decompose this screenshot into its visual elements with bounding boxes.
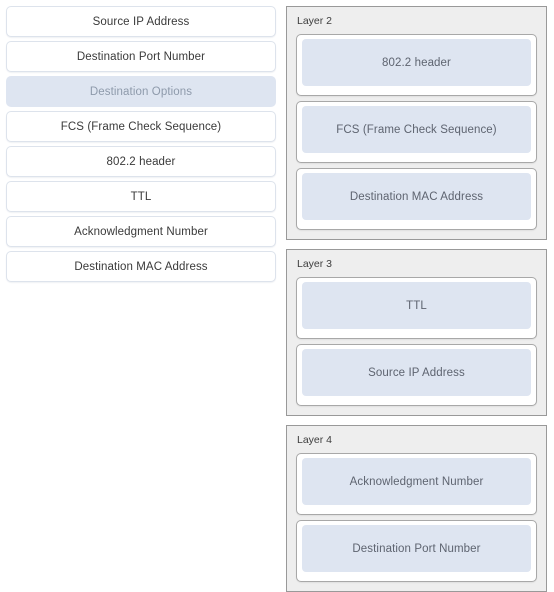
layer-drop-zone[interactable]: Layer 2 802.2 header FCS (Frame Check Sequ… xyxy=(286,6,547,240)
dropped-item[interactable]: Source IP Address xyxy=(302,349,531,396)
dropped-item-label: Destination MAC Address xyxy=(349,190,484,203)
drop-slot[interactable]: Destination MAC Address xyxy=(296,168,537,230)
dropped-item-label: FCS (Frame Check Sequence) xyxy=(336,123,497,136)
drop-slot-list: Acknowledgment Number Destination Port Nu… xyxy=(296,453,537,582)
drop-slot-list: TTL Source IP Address xyxy=(296,277,537,406)
dropped-item-label: Destination Port Number xyxy=(352,542,481,555)
draggable-item-label: Source IP Address xyxy=(92,15,190,28)
layer-drop-zone[interactable]: Layer 3 TTL Source IP Address xyxy=(286,249,547,416)
dropped-item-label: 802.2 header xyxy=(382,56,451,69)
drop-slot[interactable]: TTL xyxy=(296,277,537,339)
drop-slot[interactable]: Acknowledgment Number xyxy=(296,453,537,515)
draggable-item-label: Acknowledgment Number xyxy=(74,225,208,238)
drag-drop-exercise: Source IP Address Destination Port Number… xyxy=(0,0,554,592)
dropped-item-label: Acknowledgment Number xyxy=(349,475,484,488)
draggable-item-label: TTL xyxy=(130,190,152,203)
layer-drop-zone[interactable]: Layer 4 Acknowledgment Number Destination … xyxy=(286,425,547,592)
draggable-item-label: FCS (Frame Check Sequence) xyxy=(60,120,222,133)
drop-slot-list: 802.2 header FCS (Frame Check Sequence) De… xyxy=(296,34,537,230)
draggable-item[interactable]: Destination Options xyxy=(6,76,276,107)
draggable-item[interactable]: Destination Port Number xyxy=(6,41,276,72)
draggable-item[interactable]: Source IP Address xyxy=(6,6,276,37)
dropped-item-label: Source IP Address xyxy=(368,366,465,379)
drop-slot[interactable]: FCS (Frame Check Sequence) xyxy=(296,101,537,163)
draggable-item-label: Destination Options xyxy=(89,85,193,98)
draggable-item[interactable]: Acknowledgment Number xyxy=(6,216,276,247)
draggable-item-label: 802.2 header xyxy=(106,155,176,168)
drop-slot[interactable]: Destination Port Number xyxy=(296,520,537,582)
layer-title: Layer 2 xyxy=(297,15,333,27)
dropped-item[interactable]: Destination MAC Address xyxy=(302,173,531,220)
draggable-item-label: Destination MAC Address xyxy=(74,260,208,273)
drop-slot[interactable]: 802.2 header xyxy=(296,34,537,96)
draggable-item-label: Destination Port Number xyxy=(76,50,206,63)
draggable-item[interactable]: TTL xyxy=(6,181,276,212)
dropped-item[interactable]: TTL xyxy=(302,282,531,329)
dropped-item[interactable]: FCS (Frame Check Sequence) xyxy=(302,106,531,153)
draggable-items-list: Source IP Address Destination Port Number… xyxy=(6,6,276,282)
dropped-item[interactable]: Destination Port Number xyxy=(302,525,531,572)
drop-slot[interactable]: Source IP Address xyxy=(296,344,537,406)
dropped-item-label: TTL xyxy=(406,299,427,312)
draggable-item[interactable]: FCS (Frame Check Sequence) xyxy=(6,111,276,142)
layer-title: Layer 3 xyxy=(297,258,333,270)
dropped-item[interactable]: Acknowledgment Number xyxy=(302,458,531,505)
layer-title: Layer 4 xyxy=(297,434,333,446)
layer-drop-zones: Layer 2 802.2 header FCS (Frame Check Sequ… xyxy=(286,6,547,592)
draggable-item[interactable]: 802.2 header xyxy=(6,146,276,177)
dropped-item[interactable]: 802.2 header xyxy=(302,39,531,86)
draggable-item[interactable]: Destination MAC Address xyxy=(6,251,276,282)
